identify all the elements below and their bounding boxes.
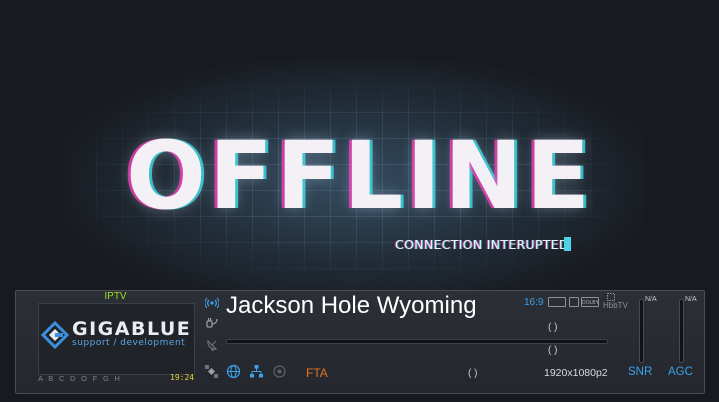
clock: 19:24 [170,373,195,382]
tuner-info: ( ) [468,368,478,379]
hbbtv-flag: HbbTV [603,301,628,310]
radio-waves-icon [205,297,219,309]
agc-value: N/A [685,296,697,303]
plug-icon [206,318,218,328]
cursor-block-icon [564,237,571,251]
satellite-dish-icon [207,339,218,351]
subtitle-icon [569,297,579,307]
video-resolution: 1920x1080p2 [544,367,608,379]
gigablue-logo-icon [41,321,69,349]
snr-meter [639,299,644,363]
globe-icon [226,364,241,379]
ca-system-letters: A B C D O F G H [38,374,122,383]
widescreen-icon [548,297,566,307]
aspect-ratio: 16:9 [524,297,544,308]
network-icon [250,365,263,378]
logo-tagline: support / development [72,338,186,348]
logo-brand: GIGABLUE [72,318,192,340]
connection-status-text: CONNECTION INTERUPTED [395,237,569,252]
now-event: ( ) [548,322,558,333]
channel-name: Jackson Hole Wyoming [226,292,477,319]
provider-label: IPTV [104,291,127,302]
snr-value: N/A [645,296,657,303]
snr-label: SNR [628,366,653,378]
infobar: IPTV GIGABLUE support / development A B … [15,290,705,394]
next-event: ( ) [548,345,558,356]
dolby-flag: DOLBY [581,297,599,307]
teletext-icon [607,293,615,301]
stream-icon [273,365,286,378]
agc-meter [679,299,684,363]
offline-title: OFFLINE [125,122,594,231]
encryption-status: FTA [306,366,328,380]
satellite-icon [205,365,218,378]
event-progress-bar [226,339,608,344]
agc-label: AGC [668,366,693,378]
